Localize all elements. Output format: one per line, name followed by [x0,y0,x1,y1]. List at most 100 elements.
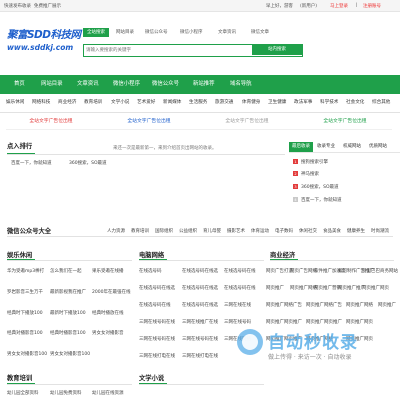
column-link[interactable]: 网页推广 [266,285,284,291]
right-list-item[interactable]: 搜狗搜索引擎 [301,159,328,165]
column-link[interactable]: 网页推广营销 [314,285,341,291]
category-literature[interactable]: 文学小说 [111,99,129,105]
tab-pro[interactable]: 收录专业 [317,142,335,152]
nav-item-new-sites[interactable]: 新站推荐 [193,75,215,94]
column-link[interactable]: 怎么我们在一起 [50,268,82,274]
column-link[interactable]: 网页推广 [378,302,396,308]
column-link[interactable]: 经典时播影音100 [50,330,86,336]
right-list-item[interactable]: 360搜索，SO最道 [301,184,339,190]
column-link[interactable]: 在线选号码在线选 [139,285,175,291]
wechat-tag[interactable]: 电子数码 [275,228,293,234]
free-promo-link[interactable]: 免费推广展示 [34,3,61,9]
ranking-item[interactable]: 360搜索，SO最道 [69,160,107,166]
tab-latest[interactable]: 最后收录 [289,142,313,152]
nav-item-wechat-account[interactable]: 微信公众号 [152,75,179,94]
column-link[interactable]: 在线选号码在线 [139,302,171,308]
column-link[interactable]: 三网在线号码在线 [139,336,175,342]
column-link[interactable]: 网页推广网络 [346,302,373,308]
category-art[interactable]: 艺术爱好 [137,99,155,105]
column-link[interactable]: 男女女对播影音100 [7,351,47,357]
ad-slot-2[interactable]: 全站文字广告位出租 [104,116,194,128]
category-health[interactable]: 卫生健康 [268,99,286,105]
column-link[interactable]: 阿里巴巴商务网站 [362,268,398,274]
wechat-tag[interactable]: 教育培训 [131,228,149,234]
column-link[interactable]: 经典时播放在线 [92,310,124,316]
wechat-tag[interactable]: 食品美食 [323,228,341,234]
wechat-tag[interactable]: 人力资源 [107,228,125,234]
site-logo[interactable]: 聚富SDD科技网 www.sddkj.com [7,27,81,57]
wechat-tag[interactable]: 时尚潮流 [371,228,389,234]
wechat-tag[interactable]: 国际组织 [155,228,173,234]
column-link[interactable]: 华为受邀mp3棒打 [7,268,44,274]
column-link[interactable]: 三网在线在线 [224,302,251,308]
search-tab-all[interactable]: 全站搜索 [83,28,109,37]
wechat-tag[interactable]: 休闲社交 [299,228,317,234]
search-tab-articles[interactable]: 文章资讯 [218,28,236,37]
nav-item-directory[interactable]: 网站目录 [41,75,63,94]
nav-item-home[interactable]: 首页 [14,75,25,94]
column-link[interactable]: 在线选号码在线选 [182,302,218,308]
quick-submit-link[interactable]: 快速发布收录 [4,3,31,9]
column-link[interactable]: 三网在线打电在线 [182,353,218,359]
login-link[interactable]: 马上登录 [330,3,348,9]
category-law[interactable]: 政法军事 [294,99,312,105]
wechat-tag[interactable]: 健康养生 [347,228,365,234]
category-education[interactable]: 教育培训 [84,99,102,105]
column-link[interactable]: 果乐受邀在线播 [92,268,124,274]
category-life[interactable]: 生活服务 [189,99,207,105]
ad-slot-1[interactable]: 全站文字广告位出租 [6,116,96,128]
nav-item-articles[interactable]: 文章资讯 [77,75,99,94]
ranking-item[interactable]: 百度一下，你就知道 [11,160,52,166]
column-link[interactable]: 网页广告网络 [290,268,317,274]
search-tab-wechat-articles[interactable]: 微信文章 [251,28,269,37]
tab-quality[interactable]: 优质网站 [369,142,387,152]
column-link[interactable]: 三网在线号码在线 [139,319,175,325]
column-link[interactable]: 网页广告打造 [266,268,293,274]
column-link[interactable]: 经典时下播放100 [7,310,43,316]
wechat-tag[interactable]: 公益组织 [179,228,197,234]
column-link[interactable]: 男女女对播影音 [92,330,124,336]
category-society[interactable]: 社会文化 [346,99,364,105]
category-other[interactable]: 综合其他 [372,99,390,105]
column-link[interactable]: 在线选号码 [139,268,162,274]
category-science[interactable]: 科学技术 [320,99,338,105]
column-link[interactable]: 网页推广网页 [362,285,389,291]
register-link[interactable]: 注册账号 [363,3,381,9]
nav-item-domain-nav[interactable]: 域名导航 [230,75,252,94]
search-tab-directory[interactable]: 网站目录 [116,28,134,37]
column-link[interactable]: 三网在线推广在线 [182,319,218,325]
column-link[interactable]: 网页推广网络 [290,285,317,291]
column-link[interactable]: 男女女对播影音100 [50,351,90,357]
column-link[interactable]: 在线选号码在线 [224,285,256,291]
column-link[interactable]: 在线选号码在线选 [182,268,218,274]
tab-authority[interactable]: 权威网站 [343,142,361,152]
category-travel[interactable]: 旅游交通 [215,99,233,105]
column-link[interactable]: 幼儿园全部资料 [7,390,39,396]
column-link[interactable]: 最新影视我在推广 [50,289,86,295]
column-link[interactable]: 2000年在最强在线 [92,289,130,295]
search-button[interactable]: 站内搜索 [252,45,302,55]
column-link[interactable]: 幼儿园在线资源 [92,390,124,396]
column-link[interactable]: 三网在线打电在线 [139,353,175,359]
column-link[interactable]: 网页推广网络广告 [306,302,342,308]
category-news[interactable]: 新闻媒体 [163,99,181,105]
column-link[interactable]: 经典对播影音100 [7,330,43,336]
right-list-item[interactable]: 神马搜索 [301,171,319,177]
column-link[interactable]: 网页推广网络广告 [266,302,302,308]
category-sports[interactable]: 体育健身 [242,99,260,105]
column-link[interactable]: 罗岩影音三生万千 [7,289,43,295]
search-tab-mini-program[interactable]: 微信小程序 [180,28,203,37]
wechat-tag[interactable]: 摄影艺术 [227,228,245,234]
column-link[interactable]: 在线选号码在线选 [182,285,218,291]
search-input[interactable] [86,46,236,55]
wechat-tag[interactable]: 育儿母婴 [203,228,221,234]
category-business[interactable]: 商业经济 [58,99,76,105]
ad-slot-3[interactable]: 全站文字广告位出租 [202,116,292,128]
ad-slot-4[interactable]: 全站文字广告位出租 [300,116,390,128]
column-link[interactable]: 最新时下播放100 [50,310,86,316]
right-list-item[interactable]: 百度一下，你就知道 [301,197,342,203]
category-entertainment[interactable]: 娱乐休闲 [6,99,24,105]
category-tech[interactable]: 网络科技 [32,99,50,105]
column-link[interactable]: 在线选号码在线 [224,268,256,274]
nav-item-mini-program[interactable]: 微信小程序 [113,75,140,94]
